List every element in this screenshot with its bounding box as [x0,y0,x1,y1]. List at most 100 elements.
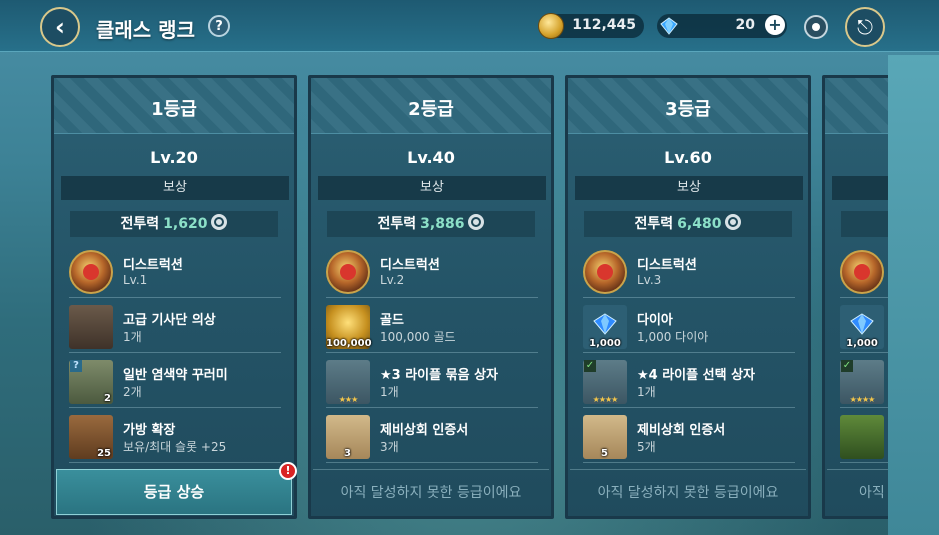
diamond-gem-icon [593,313,617,335]
power-value: 6,480 [677,216,722,232]
combat-power[interactable]: 전투력 3,886 [327,211,535,237]
item-count-badge: 5 [601,448,608,459]
item-detail: 100,000 골드 [380,330,456,344]
item-count-badge: 2 [104,393,111,404]
plus-icon: + [768,15,782,34]
reward-item[interactable]: ★★★ ★3 라이플 묶음 상자 1개 [326,356,538,408]
grade-card-3: 3등급 Lv.60 보상 전투력 6,480 디스트럭션 Lv.3 1,000 다… [565,75,811,519]
diamond-icon [660,17,678,35]
rank-up-button[interactable]: 등급 상승 ! [56,462,297,515]
level-requirement: Lv.20 [150,148,198,167]
gold-coin-icon [538,13,564,39]
grade-title: 1등급 [151,99,197,120]
reward-item[interactable]: 1,000 [840,301,889,353]
item-detail: Lv.2 [380,273,405,287]
reward-label: 보상 [575,176,803,200]
item-name: 고급 기사단 의상 [123,313,216,328]
destruction-emblem-icon [326,250,370,294]
destruction-emblem-icon [840,250,884,294]
reward-item[interactable]: 100,000 골드 100,000 골드 [326,301,538,353]
gold-amount: 112,445 [572,17,636,33]
reward-item[interactable]: 25 가방 확장 보유/최대 슬롯 +25 [69,411,281,463]
gold-currency: 112,445 [538,13,644,39]
grade-card-2: 2등급 Lv.40 보상 전투력 3,886 디스트럭션 Lv.2 100,000… [308,75,554,519]
level-requirement: Lv.60 [664,148,712,167]
combat-power[interactable]: 전투력 6,480 [584,211,792,237]
reward-item[interactable] [840,411,889,463]
locked-status: 아직 달 [827,469,889,515]
reward-item[interactable]: 1,000 다이아 1,000 다이아 [583,301,795,353]
help-icon: ? [215,18,223,34]
magnifier-icon[interactable] [725,214,742,230]
certificate-scroll-icon: 5 [583,415,627,459]
item-count-badge: 1,000 [589,338,621,349]
magnifier-icon[interactable] [211,214,228,230]
item-detail: 3개 [380,440,399,454]
item-name: 다이아 [637,313,673,328]
reward-label: 보상 [318,176,546,200]
add-diamond-button[interactable]: + [765,15,785,35]
star-rating: ★★★★ [592,395,619,404]
item-name: 골드 [380,313,404,328]
help-button[interactable]: ? [208,15,230,37]
question-icon: ? [70,360,82,372]
diamond-currency: 20 + [657,14,787,38]
reward-item[interactable]: ✓ ★★★★ [840,356,889,408]
magnifier-icon[interactable] [468,214,485,230]
grade-card-4: 1,000 ✓ ★★★★ 아직 달 [822,75,892,519]
item-name: 디스트럭션 [637,258,697,273]
grade-title: 3등급 [665,99,711,120]
reward-item[interactable] [840,246,889,298]
bag-icon: 25 [69,415,113,459]
item-detail: 5개 [637,440,656,454]
reward-item[interactable]: ? 2 일반 염색약 꾸러미 2개 [69,356,281,408]
power-value: 3,886 [420,216,465,232]
combat-power[interactable]: 전투력 1,620 [70,211,278,237]
reward-item[interactable]: 디스트럭션 Lv.1 [69,246,281,298]
rifle-select-box-icon: ✓ ★★★★ [583,360,627,404]
diamond-gem-icon [850,313,874,335]
item-detail: Lv.3 [637,273,662,287]
check-icon: ✓ [584,360,596,372]
star-rating: ★★★★ [849,395,876,404]
dye-bundle-icon: ? 2 [69,360,113,404]
scroll-edge [888,55,939,535]
exit-button[interactable]: ⎋ [845,7,885,47]
grade-title: 2등급 [408,99,454,120]
item-detail: Lv.1 [123,273,148,287]
item-name: 제비상회 인증서 [380,423,469,438]
reward-item[interactable]: 3 제비상회 인증서 3개 [326,411,538,463]
power-label: 전투력 [634,216,674,232]
top-bar: ‹ 클래스 랭크 ? 112,445 20 + ⎋ [0,0,939,52]
item-count-badge: 100,000 [326,338,372,349]
diamond-icon: 1,000 [840,305,884,349]
back-button[interactable]: ‹ [40,7,80,47]
reward-item[interactable]: 디스트럭션 Lv.2 [326,246,538,298]
item-count-badge: 1,000 [846,338,878,349]
locked-status: 아직 달성하지 못한 등급이에요 [313,469,549,515]
item-detail: 1개 [123,330,142,344]
reward-item[interactable]: ✓ ★★★★ ★4 라이플 선택 상자 1개 [583,356,795,408]
target-icon[interactable] [804,15,828,39]
power-label: 전투력 [120,216,160,232]
knight-armor-icon [69,305,113,349]
page-title: 클래스 랭크 [96,18,195,42]
item-detail: 보유/최대 슬롯 +25 [123,440,227,454]
item-count-badge: 3 [344,448,351,459]
item-count-badge: 25 [97,448,111,459]
reward-item[interactable]: 고급 기사단 의상 1개 [69,301,281,353]
destruction-emblem-icon [69,250,113,294]
destruction-emblem-icon [583,250,627,294]
item-name: 일반 염색약 꾸러미 [123,368,228,383]
certificate-scroll-icon: 3 [326,415,370,459]
combat-power [841,211,889,237]
reward-item[interactable]: 5 제비상회 인증서 5개 [583,411,795,463]
item-name: ★4 라이플 선택 상자 [637,368,755,383]
gold-coin-icon: 100,000 [326,305,372,349]
item-name: 제비상회 인증서 [637,423,726,438]
diamond-amount: 20 [735,17,755,33]
reward-item[interactable]: 디스트럭션 Lv.3 [583,246,795,298]
item-name: 가방 확장 [123,423,176,438]
item-name: 디스트럭션 [123,258,183,273]
item-name: 디스트럭션 [380,258,440,273]
